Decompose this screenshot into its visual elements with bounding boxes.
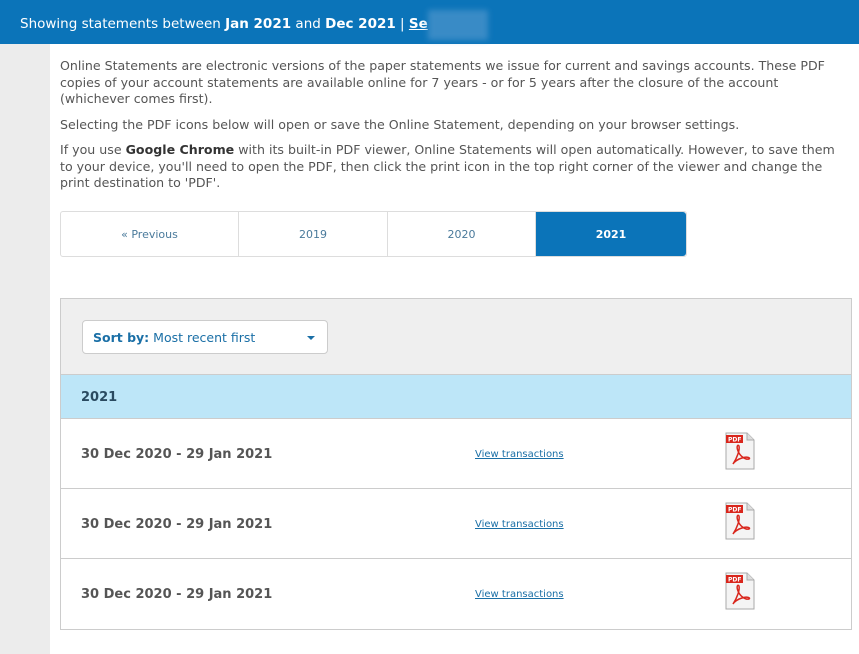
statements-panel: Sort by: Most recent first 2021 30 Dec 2… [60, 298, 852, 630]
statement-row: 30 Dec 2020 - 29 Jan 2021 View transacti… [61, 489, 851, 559]
tab-2020[interactable]: 2020 [388, 212, 536, 256]
pdf-icon[interactable]: PDF [725, 502, 755, 540]
to-date: Dec 2021 [325, 16, 396, 32]
svg-text:PDF: PDF [728, 507, 741, 514]
year-tabs: « Previous 2019 2020 2021 [60, 211, 687, 257]
obscured-area [428, 10, 488, 40]
sort-value: Most recent first [153, 330, 256, 345]
intro-paragraph: Selecting the PDF icons below will open … [60, 116, 740, 132]
pdf-icon[interactable]: PDF [725, 432, 755, 470]
intro-text: Online Statements are electronic version… [60, 58, 850, 201]
statement-period: 30 Dec 2020 - 29 Jan 2021 [81, 517, 273, 532]
text: If you use [60, 142, 126, 157]
tab-2021[interactable]: 2021 [536, 212, 686, 256]
view-transactions-link[interactable]: View transactions [475, 449, 564, 460]
view-transactions-link[interactable]: View transactions [475, 589, 564, 600]
sort-dropdown[interactable]: Sort by: Most recent first [82, 320, 328, 354]
from-date: Jan 2021 [225, 16, 292, 32]
banner-text: and [291, 16, 326, 32]
banner-text: Showing statements between [20, 16, 226, 32]
tab-2019[interactable]: 2019 [239, 212, 388, 256]
year-header: 2021 [61, 375, 851, 419]
statement-period: 30 Dec 2020 - 29 Jan 2021 [81, 587, 273, 602]
intro-paragraph: Online Statements are electronic version… [60, 58, 825, 106]
pdf-icon[interactable]: PDF [725, 572, 755, 610]
search-link[interactable]: Se [409, 16, 428, 32]
text: Google Chrome [125, 142, 235, 157]
sort-bar: Sort by: Most recent first [61, 299, 851, 375]
view-transactions-link[interactable]: View transactions [475, 519, 564, 530]
statement-row: 30 Dec 2020 - 29 Jan 2021 View transacti… [61, 559, 851, 629]
tab-previous[interactable]: « Previous [61, 212, 239, 256]
svg-text:PDF: PDF [728, 437, 741, 444]
left-sidebar [0, 44, 50, 654]
chevron-down-icon [307, 336, 315, 340]
separator: | [395, 16, 409, 32]
svg-text:PDF: PDF [728, 577, 741, 584]
statement-row: 30 Dec 2020 - 29 Jan 2021 View transacti… [61, 419, 851, 489]
sort-label: Sort by: [93, 330, 150, 345]
statement-period: 30 Dec 2020 - 29 Jan 2021 [81, 447, 273, 462]
intro-paragraph: If you use Google Chrome with its built-… [60, 142, 850, 192]
